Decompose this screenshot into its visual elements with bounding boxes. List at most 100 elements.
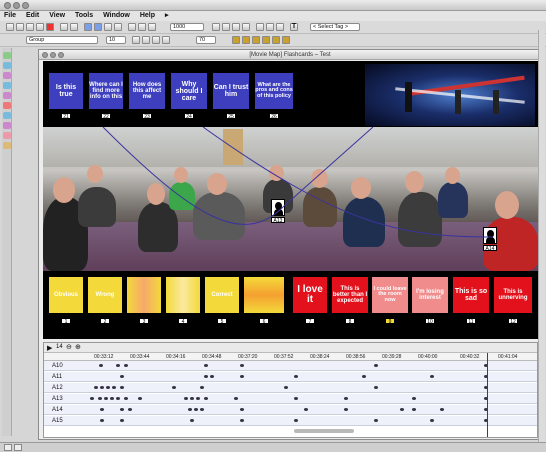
menu-window[interactable]: Window xyxy=(99,11,134,21)
align-icon[interactable] xyxy=(232,23,240,31)
minimize-doc-icon[interactable] xyxy=(50,52,56,58)
text-tool-icon[interactable]: T xyxy=(290,23,298,31)
annotation-event[interactable] xyxy=(106,386,110,389)
underline-icon[interactable] xyxy=(152,36,160,44)
annotation-event[interactable] xyxy=(204,364,208,367)
annotation-event[interactable] xyxy=(194,408,198,411)
timeline-scrollbar[interactable] xyxy=(294,429,354,433)
shape-icon[interactable] xyxy=(242,23,250,31)
annotation-event[interactable] xyxy=(190,419,194,422)
annotation-event[interactable] xyxy=(412,397,416,400)
image-icon[interactable] xyxy=(232,36,240,44)
annotation-event[interactable] xyxy=(104,397,108,400)
palette-tool-icon[interactable] xyxy=(3,62,11,69)
annotation-event[interactable] xyxy=(204,397,208,400)
palette-tool-icon[interactable] xyxy=(3,72,11,79)
annotation-event[interactable] xyxy=(344,408,348,411)
cut-icon[interactable] xyxy=(16,23,24,31)
palette-tool-icon[interactable] xyxy=(3,102,11,109)
zoom-in-icon[interactable]: ⊕ xyxy=(75,343,81,351)
timeline-row[interactable]: A10 xyxy=(44,361,537,371)
timeline-row[interactable]: A11 xyxy=(44,372,537,382)
menu-tools[interactable]: Tools xyxy=(71,11,97,21)
search-icon[interactable] xyxy=(212,23,220,31)
color-icon[interactable] xyxy=(162,36,170,44)
playhead[interactable] xyxy=(487,353,488,437)
annotation-event[interactable] xyxy=(362,375,366,378)
flashcard[interactable]: Why should I care xyxy=(171,73,207,109)
close-window-icon[interactable] xyxy=(4,2,11,9)
audio-icon[interactable] xyxy=(252,36,260,44)
annotation-event[interactable] xyxy=(190,397,194,400)
debate-video[interactable] xyxy=(365,64,535,126)
annotation-event[interactable] xyxy=(98,397,102,400)
annotation-event[interactable] xyxy=(116,364,120,367)
flashcard[interactable]: I'm losing interest xyxy=(412,277,448,313)
annotation-event[interactable] xyxy=(120,386,124,389)
select-icon[interactable] xyxy=(138,23,146,31)
timeline-row[interactable]: A13 xyxy=(44,394,537,404)
annotation-event[interactable] xyxy=(344,397,348,400)
time-ruler[interactable]: 00:33:12 00:33:44 00:34:16 00:34:48 00:3… xyxy=(44,353,537,361)
scroll-left-icon[interactable] xyxy=(4,444,12,451)
movie-icon[interactable] xyxy=(242,36,250,44)
layout-icon[interactable] xyxy=(276,23,284,31)
annotation-event[interactable] xyxy=(240,408,244,411)
palette-tool-icon[interactable] xyxy=(3,92,11,99)
annotation-event[interactable] xyxy=(128,408,132,411)
flashcard[interactable] xyxy=(244,277,284,313)
annotation-event[interactable] xyxy=(120,419,124,422)
forward-icon[interactable] xyxy=(104,23,112,31)
menu-edit[interactable]: Edit xyxy=(22,11,43,21)
italic-icon[interactable] xyxy=(142,36,150,44)
annotation-event[interactable] xyxy=(100,408,104,411)
annotation-event[interactable] xyxy=(374,364,378,367)
link-icon[interactable] xyxy=(128,23,136,31)
flashcard[interactable]: I love it xyxy=(293,277,327,313)
zoom-window-icon[interactable] xyxy=(22,2,29,9)
redo-icon[interactable] xyxy=(70,23,78,31)
palette-tool-icon[interactable] xyxy=(3,142,11,149)
size-select[interactable]: 10 xyxy=(106,36,126,44)
play-icon[interactable]: ▶ xyxy=(47,344,52,352)
annotation-event[interactable] xyxy=(100,386,104,389)
annotation-event[interactable] xyxy=(90,397,94,400)
annotation-event[interactable] xyxy=(200,386,204,389)
palette-tool-icon[interactable] xyxy=(3,112,11,119)
zoom-select[interactable]: 1000 xyxy=(170,23,204,31)
annotation-event[interactable] xyxy=(294,419,298,422)
flashcard[interactable]: How does this affect me xyxy=(129,73,165,109)
flashcard[interactable] xyxy=(166,277,200,313)
annotation-event[interactable] xyxy=(100,419,104,422)
palette-tool-icon[interactable] xyxy=(3,122,11,129)
flashcard[interactable]: Wrong xyxy=(88,277,122,313)
timeline-row[interactable]: A15 xyxy=(44,416,537,426)
close-doc-icon[interactable] xyxy=(42,52,48,58)
annotation-event[interactable] xyxy=(210,375,214,378)
percent-select[interactable]: 70 xyxy=(196,36,216,44)
frame-icon[interactable] xyxy=(256,23,264,31)
annotation-event[interactable] xyxy=(124,397,128,400)
annotation-event[interactable] xyxy=(412,408,416,411)
flashcard[interactable]: What are the pros and cons of this polic… xyxy=(255,73,293,109)
annotation-event[interactable] xyxy=(188,408,192,411)
flashcard[interactable]: Can I trust him xyxy=(213,73,249,109)
group-select[interactable]: Group xyxy=(26,36,98,44)
annotation-event[interactable] xyxy=(204,375,208,378)
timeline-row[interactable]: A12 xyxy=(44,383,537,393)
delete-icon[interactable] xyxy=(46,23,54,31)
annotation-event[interactable] xyxy=(110,397,114,400)
menu-more[interactable]: ▸ xyxy=(161,11,173,21)
annotation-event[interactable] xyxy=(440,408,444,411)
annotation-event[interactable] xyxy=(99,364,103,367)
flashcard[interactable]: This is so sad xyxy=(453,277,489,313)
annotation-event[interactable] xyxy=(240,375,244,378)
annotation-event[interactable] xyxy=(184,397,188,400)
rewind-icon[interactable] xyxy=(84,23,92,31)
zoom-out-icon[interactable]: ⊖ xyxy=(66,343,72,351)
text-size-icon[interactable] xyxy=(222,23,230,31)
menu-file[interactable]: File xyxy=(0,11,20,21)
annotation-event[interactable] xyxy=(374,386,378,389)
step-icon[interactable] xyxy=(114,23,122,31)
zoom-doc-icon[interactable] xyxy=(58,52,64,58)
